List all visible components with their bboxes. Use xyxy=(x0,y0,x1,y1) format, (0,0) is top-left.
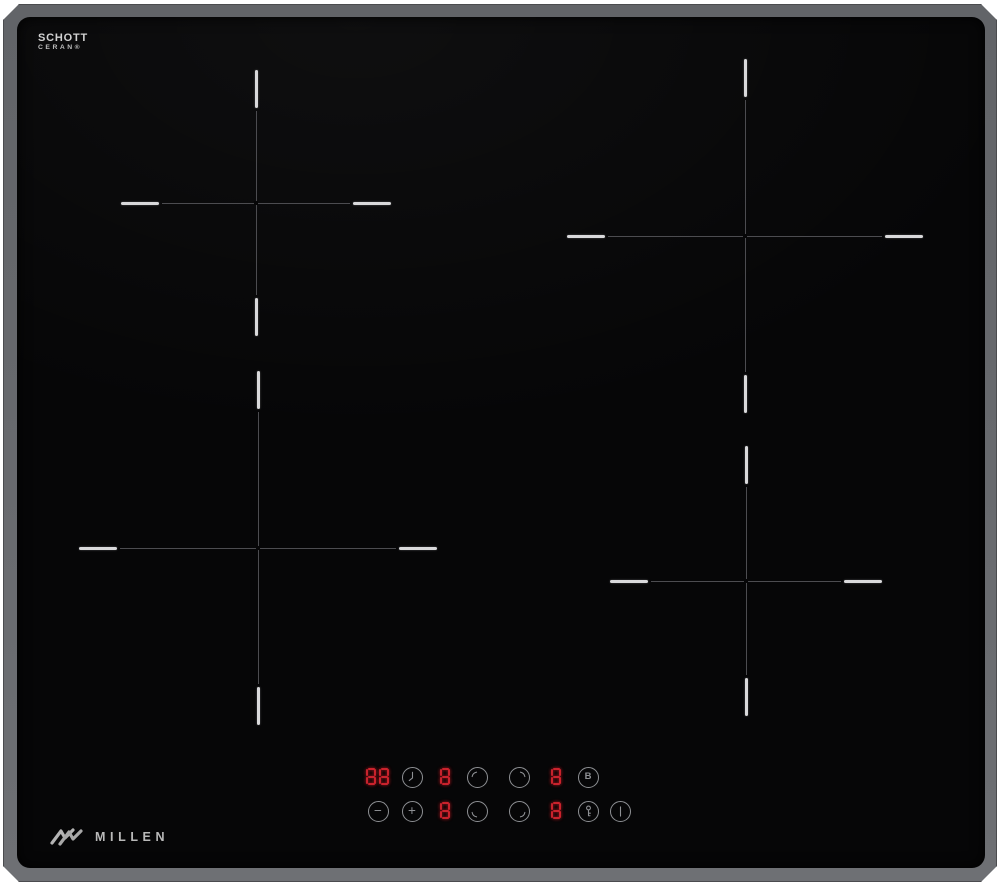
seven-segment-digit xyxy=(366,768,376,785)
zone-display-front-right xyxy=(551,802,561,819)
zone-display-rear-left xyxy=(440,768,450,785)
zone-select-rear-left-button[interactable] xyxy=(467,767,488,788)
quarter-arc-top-right-icon xyxy=(510,767,529,788)
key-icon xyxy=(579,801,598,822)
clock-icon xyxy=(403,767,422,788)
zone-display-rear-right xyxy=(551,768,561,785)
boost-label: B xyxy=(585,772,592,782)
seven-segment-digit xyxy=(551,768,561,785)
quarter-arc-top-left-icon xyxy=(468,767,487,788)
control-panel: B − + xyxy=(0,0,1000,885)
zone-select-front-right-button[interactable] xyxy=(509,801,530,822)
lock-button[interactable] xyxy=(578,801,599,822)
minus-button[interactable]: − xyxy=(368,801,389,822)
timer-display xyxy=(366,768,389,785)
seven-segment-digit xyxy=(440,768,450,785)
seven-segment-digit xyxy=(379,768,389,785)
induction-hob-photo: SCHOTT CERAN® MILLEN xyxy=(0,0,1000,885)
quarter-arc-bottom-left-icon xyxy=(468,801,487,822)
zone-display-front-left xyxy=(440,802,450,819)
seven-segment-digit xyxy=(440,802,450,819)
zone-select-front-left-button[interactable] xyxy=(467,801,488,822)
power-line-icon xyxy=(611,801,630,822)
power-button[interactable] xyxy=(610,801,631,822)
plus-label: + xyxy=(408,804,416,818)
timer-button[interactable] xyxy=(402,767,423,788)
minus-label: − xyxy=(374,804,382,818)
quarter-arc-bottom-right-icon xyxy=(510,801,529,822)
zone-select-rear-right-button[interactable] xyxy=(509,767,530,788)
boost-button[interactable]: B xyxy=(578,767,599,788)
plus-button[interactable]: + xyxy=(402,801,423,822)
seven-segment-digit xyxy=(551,802,561,819)
